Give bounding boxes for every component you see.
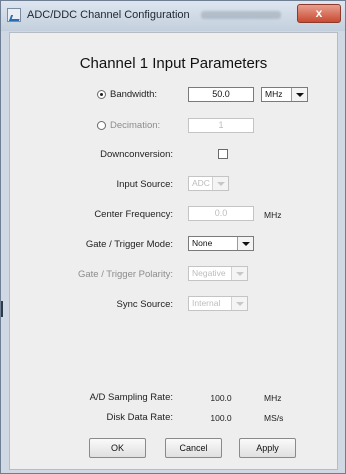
chevron-down-icon	[237, 237, 253, 250]
gate-trigger-polarity-label: Gate / Trigger Polarity:	[77, 269, 173, 280]
cancel-button[interactable]: Cancel	[165, 438, 222, 458]
sync-source-label: Sync Source:	[116, 299, 174, 310]
disk-data-rate-value: 100.0	[210, 413, 232, 423]
bandwidth-unit-select[interactable]: MHz	[261, 87, 308, 102]
downconversion-label: Downconversion:	[100, 149, 173, 160]
ad-sampling-rate-value: 100.0	[210, 393, 232, 403]
sync-source-value: Internal	[192, 298, 221, 308]
apply-button[interactable]: Apply	[239, 438, 296, 458]
dialog-window: ADC/DDC Channel Configuration x Channel …	[0, 0, 346, 474]
center-frequency-input[interactable]: 0.0	[188, 206, 254, 221]
window-title: ADC/DDC Channel Configuration	[27, 9, 190, 21]
ad-sampling-rate-label: A/D Sampling Rate:	[89, 392, 173, 403]
downconversion-checkbox[interactable]	[218, 149, 228, 159]
ad-sampling-rate-unit: MHz	[264, 393, 282, 403]
page-title: Channel 1 Input Parameters	[79, 55, 268, 72]
dialog-content: Channel 1 Input Parameters Bandwidth: 50…	[9, 32, 338, 470]
chevron-down-icon	[212, 177, 228, 190]
chevron-down-icon	[231, 297, 247, 310]
input-source-label: Input Source:	[116, 179, 173, 190]
bandwidth-input[interactable]: 50.0	[188, 87, 254, 102]
bandwidth-label: Bandwidth:	[110, 89, 158, 100]
app-window-icon	[7, 8, 21, 22]
bandwidth-unit-value: MHz	[265, 89, 283, 99]
title-blur	[201, 11, 281, 19]
gate-trigger-mode-label: Gate / Trigger Mode:	[85, 239, 173, 250]
bandwidth-radio[interactable]	[97, 90, 106, 99]
decimation-radio[interactable]	[97, 121, 106, 130]
disk-data-rate-unit: MS/s	[264, 413, 284, 423]
decimation-input[interactable]: 1	[188, 118, 254, 133]
disk-data-rate-label: Disk Data Rate:	[106, 412, 173, 423]
gate-trigger-mode-value: None	[192, 238, 213, 248]
title-bar[interactable]: ADC/DDC Channel Configuration x	[1, 1, 345, 31]
window-edge-marker	[1, 301, 3, 317]
close-button[interactable]: x	[297, 4, 341, 23]
gate-trigger-mode-select[interactable]: None	[188, 236, 254, 251]
gate-trigger-polarity-value: Negative	[192, 268, 226, 278]
center-frequency-unit: MHz	[264, 210, 282, 220]
gate-trigger-polarity-select[interactable]: Negative	[188, 266, 248, 281]
chevron-down-icon	[231, 267, 247, 280]
close-icon: x	[315, 6, 323, 20]
chevron-down-icon	[291, 88, 307, 101]
ok-button[interactable]: OK	[89, 438, 146, 458]
sync-source-select[interactable]: Internal	[188, 296, 248, 311]
decimation-label: Decimation:	[110, 120, 161, 131]
input-source-select[interactable]: ADC 1	[188, 176, 229, 191]
center-frequency-label: Center Frequency:	[94, 209, 173, 220]
